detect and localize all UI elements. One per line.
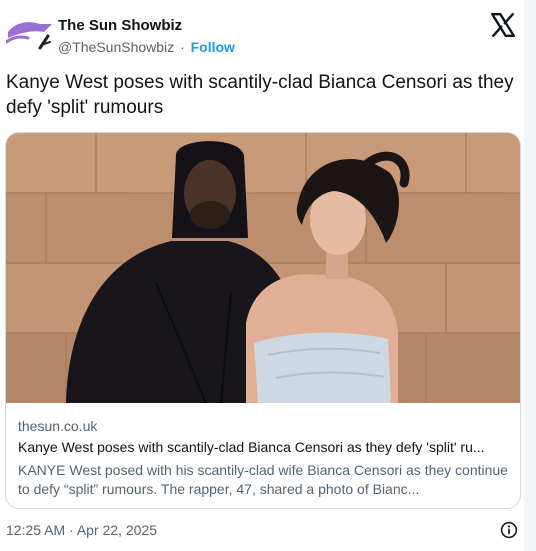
card-domain[interactable]: thesun.co.uk bbox=[18, 417, 512, 435]
author-handle[interactable]: @TheSunShowbiz bbox=[58, 39, 174, 55]
tweet-footer: 12:25 AM · Apr 22, 2025 bbox=[6, 520, 518, 542]
x-logo-icon[interactable] bbox=[490, 12, 516, 38]
info-icon[interactable] bbox=[500, 521, 518, 539]
card-title[interactable]: Kanye West poses with scantily-clad Bian… bbox=[18, 438, 512, 457]
author-display-name[interactable]: The Sun Showbiz bbox=[58, 16, 235, 35]
follow-button[interactable]: Follow bbox=[191, 39, 235, 55]
author-handle-row: @TheSunShowbiz · Follow bbox=[58, 39, 235, 56]
card-description: KANYE West posed with his scantily-clad … bbox=[18, 462, 508, 497]
card-image[interactable] bbox=[6, 133, 520, 403]
timestamp[interactable]: 12:25 AM · Apr 22, 2025 bbox=[6, 522, 157, 538]
page-gutter bbox=[524, 0, 536, 551]
separator-dot: · bbox=[180, 39, 185, 55]
tweet-embed: The Sun Showbiz @TheSunShowbiz · Follow … bbox=[0, 0, 536, 551]
link-card[interactable]: thesun.co.uk Kanye West poses with scant… bbox=[5, 132, 521, 509]
card-meta: thesun.co.uk Kanye West poses with scant… bbox=[18, 417, 512, 499]
tweet-header: The Sun Showbiz @TheSunShowbiz · Follow bbox=[6, 12, 516, 58]
author-info: The Sun Showbiz @TheSunShowbiz · Follow bbox=[58, 16, 235, 56]
tweet-text: Kanye West poses with scantily-clad Bian… bbox=[6, 72, 514, 118]
avatar[interactable] bbox=[6, 18, 54, 52]
